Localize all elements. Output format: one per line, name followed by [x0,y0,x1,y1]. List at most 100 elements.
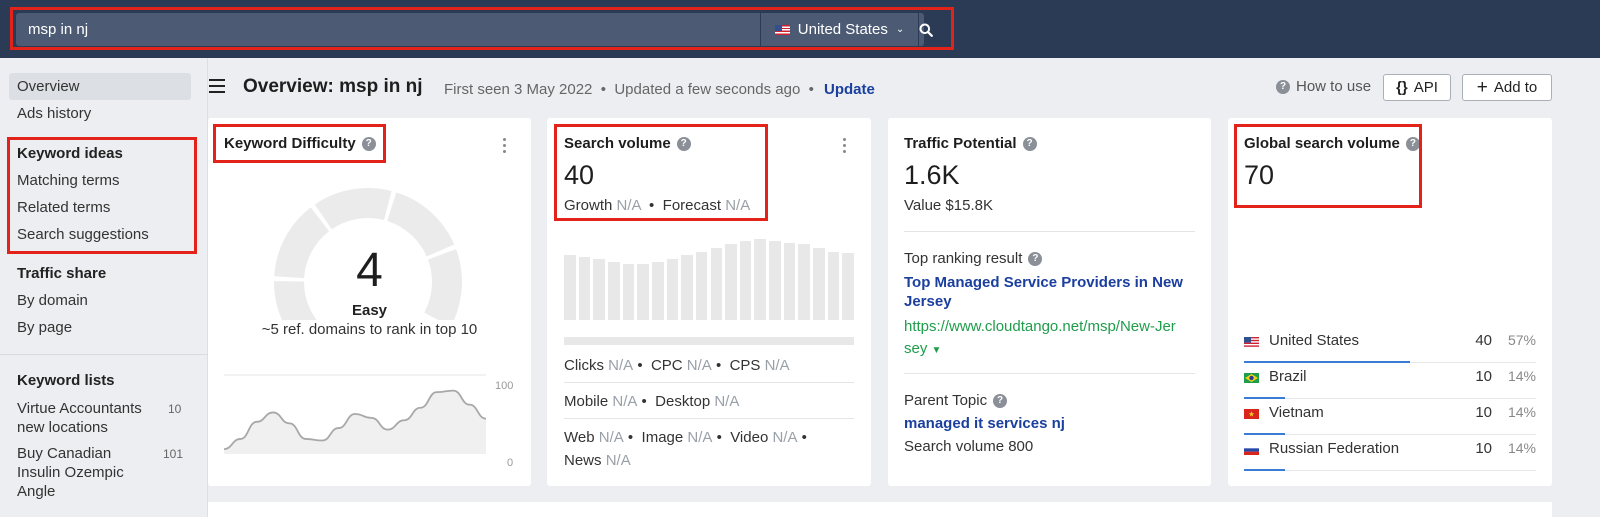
volume-bar[interactable] [725,244,737,320]
clicks-label: Clicks [564,357,604,374]
volume-bar[interactable] [651,262,664,320]
braces-icon: {} [1396,79,1408,96]
sv-row-clicks: Clicks N/A • CPC N/A • CPS N/A [564,357,790,374]
parent-topic-label-text: Parent Topic [904,392,988,409]
volume-bar[interactable] [666,258,679,320]
us-flag-icon [1244,337,1259,347]
tp-value: 1.6K [904,160,960,190]
volume-bar[interactable] [754,239,767,320]
dot-separator: • [712,429,727,446]
gsv-title: Global search volume ? [1244,135,1420,152]
list-name-line: Buy Canadian [17,445,112,462]
volume-bar[interactable] [827,251,840,320]
volume-bar[interactable] [607,261,620,320]
dot-separator: • [804,81,814,98]
dot-separator: • [644,197,659,214]
plus-icon: + [1476,77,1488,98]
tp-title-text: Traffic Potential [904,135,1017,152]
country-percent: 14% [1507,404,1536,420]
volume-bar[interactable] [813,248,825,320]
tp-title: Traffic Potential ? [904,135,1037,152]
caret-down-icon[interactable]: ▼ [932,345,942,356]
menu-icon[interactable] [209,79,225,93]
volume-bar[interactable] [769,240,781,320]
help-icon[interactable]: ? [361,136,376,151]
volume-bar[interactable] [593,258,605,320]
help-icon[interactable]: ? [1028,251,1043,266]
sidebar-item-matching-terms[interactable]: Matching terms [17,172,120,189]
api-button[interactable]: {} API [1383,74,1451,101]
sidebar-item-by-page[interactable]: By page [17,319,72,336]
volume-bar[interactable] [637,264,649,320]
volume-bar[interactable] [622,264,635,320]
forecast-value: N/A [725,197,751,214]
volume-bar[interactable] [710,248,723,320]
dot-separator: • [623,429,638,446]
sidebar-item-by-domain[interactable]: By domain [17,292,88,309]
page-title: Overview: msp in nj [243,76,423,97]
more-options-icon[interactable] [843,138,847,156]
trend-area [224,390,486,454]
country-row[interactable]: United States 40 57% [1244,329,1536,363]
desktop-value: N/A [714,393,740,410]
sidebar-item-overview[interactable]: Overview [17,78,80,95]
kd-title-text: Keyword Difficulty [224,135,356,152]
how-to-use-link[interactable]: ? How to use [1276,78,1371,95]
list-name-line: new locations [17,419,108,436]
dot-separator: • [637,393,651,410]
vietnam-flag-icon [1244,409,1259,419]
search-input[interactable] [16,13,760,46]
sv-title: Search volume ? [564,135,691,152]
top-result-title-line: Top Managed Service Providers in New [904,274,1183,291]
volume-bar[interactable] [564,255,576,320]
country-row[interactable]: Vietnam 10 14% [1244,401,1536,435]
volume-bar[interactable] [798,244,811,320]
list-name-line: Insulin Ozempic [17,464,124,481]
keyword-difficulty-card: Keyword Difficulty ? 4 Easy ~5 ref. doma… [208,118,531,486]
row-divider [1244,398,1536,399]
country-percent: 14% [1507,440,1536,456]
sidebar-item-ads-history[interactable]: Ads history [17,105,91,122]
add-to-button[interactable]: + Add to [1462,74,1552,101]
image-label: Image [641,429,684,446]
divider [904,231,1195,232]
gsv-title-text: Global search volume [1244,135,1400,152]
help-icon[interactable]: ? [676,136,691,151]
global-search-volume-card: Global search volume ? 70 United States … [1228,118,1552,486]
help-icon[interactable]: ? [993,393,1008,408]
volume-bar[interactable] [783,242,796,320]
russia-flag-icon [1244,445,1259,455]
help-icon[interactable]: ? [1405,136,1420,151]
help-icon[interactable]: ? [1022,136,1037,151]
sidebar-item-search-suggestions[interactable]: Search suggestions [17,226,149,243]
mobile-value: N/A [612,393,638,410]
volume-bar[interactable] [695,251,708,320]
top-result-title-line: Jersey [904,293,952,310]
volume-bar[interactable] [842,253,854,320]
image-value: N/A [687,429,713,446]
add-to-label: Add to [1493,79,1538,96]
video-label: Video [730,429,769,446]
sidebar-list-item[interactable]: Virtue Accountants new locations [17,399,142,437]
parent-topic-link[interactable]: managed it services nj [904,415,1065,432]
sidebar-item-related-terms[interactable]: Related terms [17,199,110,216]
volume-bar[interactable] [578,257,591,320]
country-row[interactable]: Brazil 10 14% [1244,365,1536,399]
volume-bar[interactable] [681,255,693,320]
top-result-url[interactable]: https://www.cloudtango.net/msp/New-Jer s… [904,316,1176,362]
api-label: API [1413,79,1438,96]
parent-topic-label: Parent Topic ? [904,392,1008,409]
search-button[interactable] [918,13,933,46]
country-selector[interactable]: United States ⌄ [760,13,918,46]
update-link[interactable]: Update [824,81,875,98]
list-count: 10 [168,402,182,416]
sv-value: 40 [564,160,595,190]
volume-bar[interactable] [739,240,752,320]
sidebar-list-item[interactable]: Buy Canadian Insulin Ozempic Angle [17,444,124,501]
top-result-link[interactable]: Top Managed Service Providers in New Jer… [904,273,1183,311]
share-bar [1244,361,1411,363]
country-volume: 10 [1475,440,1492,457]
country-row[interactable]: Russian Federation 10 14% [1244,437,1536,471]
more-options-icon[interactable] [503,138,507,156]
country-volume: 40 [1475,332,1492,349]
